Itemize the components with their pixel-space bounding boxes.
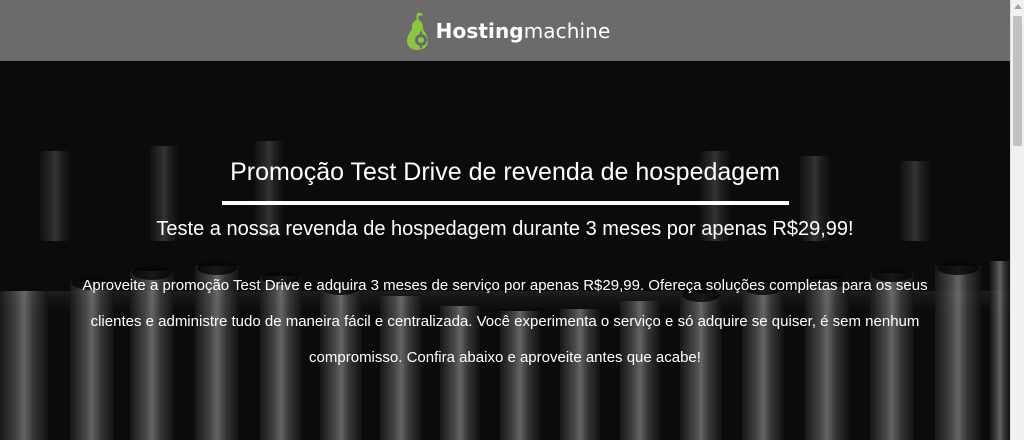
title-underline bbox=[222, 201, 789, 205]
logo-text-bold: Hosting bbox=[435, 18, 524, 43]
page: Hostingmachine Promoção Test Drive de re… bbox=[0, 0, 1024, 440]
hero-dark-overlay bbox=[0, 61, 1010, 440]
logo-text-light: machine bbox=[523, 18, 611, 43]
scroll-up-arrow-icon[interactable] bbox=[1014, 4, 1022, 9]
site-header: Hostingmachine bbox=[0, 0, 1010, 61]
hero-title: Promoção Test Drive de revenda de hosped… bbox=[230, 158, 780, 186]
scroll-thumb[interactable] bbox=[1013, 16, 1022, 146]
logo-text: Hostingmachine bbox=[436, 19, 611, 43]
hero-banner: Promoção Test Drive de revenda de hosped… bbox=[0, 61, 1010, 440]
pear-gear-logo-icon bbox=[406, 12, 430, 50]
hero-description: Aproveite a promoção Test Drive e adquir… bbox=[82, 277, 928, 366]
page-scrollbar[interactable] bbox=[1010, 0, 1024, 440]
hero-subtitle: Teste a nossa revenda de hospedagem dura… bbox=[156, 218, 854, 240]
logo-link[interactable]: Hostingmachine bbox=[404, 11, 611, 51]
